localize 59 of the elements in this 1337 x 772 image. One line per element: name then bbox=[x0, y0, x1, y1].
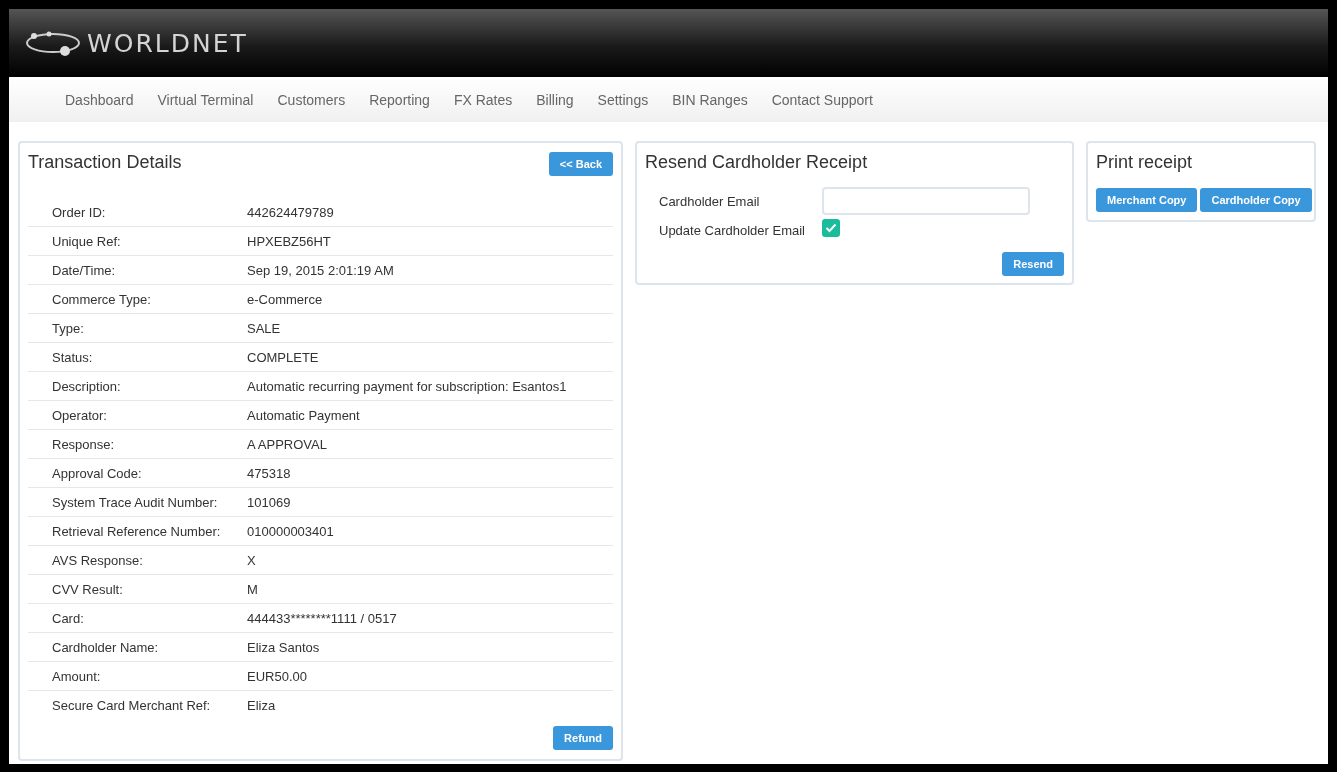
nav-link[interactable]: Virtual Terminal bbox=[145, 87, 266, 112]
field-label: Description: bbox=[52, 378, 122, 394]
field-value: Sep 19, 2015 2:01:19 AM bbox=[247, 262, 395, 278]
field-value: Eliza bbox=[247, 697, 277, 713]
field-value: A APPROVAL bbox=[247, 436, 328, 452]
refund-button[interactable]: Refund bbox=[553, 726, 613, 750]
field-value: Automatic Payment bbox=[247, 407, 361, 423]
field-label: Date/Time: bbox=[52, 262, 117, 278]
field-label: Approval Code: bbox=[52, 465, 143, 481]
field-value: M bbox=[247, 581, 259, 597]
field-value: COMPLETE bbox=[247, 349, 320, 365]
back-button[interactable]: << Back bbox=[548, 152, 613, 176]
print-copy-button[interactable]: Merchant Copy bbox=[1096, 188, 1198, 212]
nav-link[interactable]: Billing bbox=[524, 87, 586, 112]
field-label: CVV Result: bbox=[52, 581, 124, 597]
field-value: e-Commerce bbox=[247, 291, 324, 307]
field-label: Status: bbox=[52, 349, 94, 365]
field-value: 475318 bbox=[247, 465, 292, 481]
field-label: Operator: bbox=[52, 407, 108, 423]
field-label: Cardholder Email bbox=[659, 193, 761, 209]
field-value: 010000003401 bbox=[247, 523, 335, 539]
checkbox[interactable] bbox=[822, 219, 840, 237]
panel-title: Transaction Details bbox=[28, 152, 182, 173]
panel-title: Print receipt bbox=[1096, 152, 1194, 173]
field-value: 444433********1111 / 0517 bbox=[247, 610, 398, 626]
print-copy-button[interactable]: Cardholder Copy bbox=[1200, 188, 1312, 212]
field-label: Cardholder Name: bbox=[52, 639, 160, 655]
field-value: HPXEBZ56HT bbox=[247, 233, 332, 249]
field-label: Type: bbox=[52, 320, 85, 336]
orbit-logo-icon bbox=[25, 29, 81, 57]
resend-button[interactable]: Resend bbox=[1002, 252, 1064, 276]
nav-link[interactable]: Customers bbox=[265, 87, 358, 112]
field-label: Amount: bbox=[52, 668, 102, 684]
field-label: AVS Response: bbox=[52, 552, 144, 568]
field-label: Order ID: bbox=[52, 204, 107, 220]
field-label: Card: bbox=[52, 610, 85, 626]
field-label: Retrieval Reference Number: bbox=[52, 523, 222, 539]
nav-link[interactable]: Dashboard bbox=[53, 87, 146, 112]
field-value: 442624479789 bbox=[247, 204, 335, 220]
field-label: Secure Card Merchant Ref: bbox=[52, 697, 212, 713]
logo-text: WORLDNET bbox=[87, 28, 248, 58]
checkbox-label: Update Cardholder Email bbox=[659, 223, 806, 238]
field-label: Commerce Type: bbox=[52, 291, 152, 307]
field-value: SALE bbox=[247, 320, 282, 336]
nav-link[interactable]: FX Rates bbox=[441, 87, 525, 112]
panel-title: Resend Cardholder Receipt bbox=[645, 152, 869, 173]
field-value: X bbox=[247, 552, 257, 568]
field-value: Automatic recurring payment for subscription: Esantos1 bbox=[247, 378, 568, 394]
nav-link[interactable]: Contact Support bbox=[759, 87, 885, 112]
field-label: System Trace Audit Number: bbox=[52, 494, 219, 510]
field-value: EUR50.00 bbox=[247, 668, 308, 684]
field-value: 101069 bbox=[247, 494, 292, 510]
field-label: Response: bbox=[52, 436, 116, 452]
field-value: Eliza Santos bbox=[247, 639, 321, 655]
nav-link[interactable]: Reporting bbox=[357, 87, 442, 112]
field-label: Unique Ref: bbox=[52, 233, 122, 249]
nav-link[interactable]: Settings bbox=[585, 87, 661, 112]
nav-link[interactable]: BIN Ranges bbox=[660, 87, 760, 112]
email-input-field[interactable] bbox=[822, 187, 1030, 215]
